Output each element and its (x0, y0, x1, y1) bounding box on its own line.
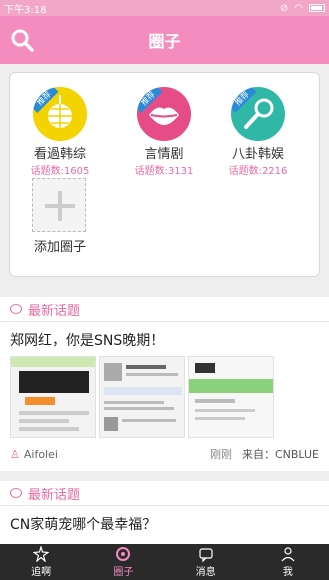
battery-icon (309, 4, 325, 12)
source-name[interactable]: CNBLUE (275, 448, 319, 461)
circle-name: 看過韩综 (33, 147, 86, 162)
wifi-icon: ◠ (294, 2, 303, 14)
tab-follow[interactable]: 追啊 (0, 544, 82, 580)
add-circle-button[interactable] (32, 178, 86, 232)
tab-label: 消息 (195, 567, 216, 578)
app-header: 圈子 (0, 16, 329, 64)
topic-source: 来自：CNBLUE (242, 446, 319, 462)
chat-bubble-icon (10, 304, 22, 314)
topic-image[interactable] (10, 356, 96, 438)
circle-topic-count: 话题数:2216 (228, 166, 288, 177)
mute-icon: ⊘ (279, 2, 289, 14)
tab-label: 追啊 (31, 567, 52, 578)
circle-name: 八卦韩娱 (231, 147, 284, 162)
topic-images (0, 356, 329, 438)
topic-card[interactable]: 最新话题 CN家萌宠哪个最幸福？ (0, 481, 329, 544)
tab-circles[interactable]: 圈子 (82, 544, 164, 580)
tab-label: 圈子 (113, 567, 134, 578)
topic-title[interactable]: CN家萌宠哪个最幸福？ (0, 506, 329, 540)
section-title: 最新话题 (28, 487, 81, 503)
page-title: 圈子 (148, 32, 181, 51)
section-header: 最新话题 (0, 481, 329, 505)
topic-image[interactable] (99, 356, 185, 438)
user-icon (281, 547, 295, 562)
source-label: 来自： (241, 448, 275, 461)
tab-messages[interactable]: 消息 (165, 544, 247, 580)
search-icon[interactable] (10, 28, 34, 52)
status-bar: 下午3:18 ⊘ ◠ (0, 0, 329, 16)
circle-topic-count: 话题数:1605 (30, 166, 90, 177)
section-title: 最新话题 (28, 303, 81, 319)
circle-group-icon (116, 547, 131, 561)
tab-me[interactable]: 我 (247, 544, 329, 580)
star-burst-icon (33, 546, 50, 562)
user-icon: ♙ (10, 447, 20, 461)
topic-author[interactable]: Aifolei (24, 448, 58, 461)
topic-image[interactable] (188, 356, 274, 438)
topic-footer: ♙ Aifolei 刚刚 来自：CNBLUE (0, 438, 329, 470)
circle-item-kpop-gossip[interactable]: 推荐 八卦韩娱 话题数:2216 (218, 87, 298, 177)
status-time: 下午3:18 (4, 4, 47, 16)
topic-card[interactable]: 最新话题 郑网红，你是SNS晚期！ ♙ Aifolei 刚刚 来自：CNBLUE (0, 297, 329, 471)
topic-time: 刚刚 (209, 448, 232, 461)
chat-bubble-icon (10, 488, 22, 498)
topic-title[interactable]: 郑网红，你是SNS晚期！ (0, 322, 329, 356)
section-header: 最新话题 (0, 297, 329, 321)
tab-label: 我 (282, 567, 293, 578)
status-icons: ⊘ ◠ (280, 3, 325, 14)
bottom-tab-bar: 追啊 圈子 消息 我 (0, 544, 329, 580)
circle-item-variety[interactable]: 推荐 看過韩综 话题数:1605 (20, 87, 100, 177)
add-circle-label: 添加圈子 (33, 240, 86, 255)
microphone-icon: 推荐 (231, 87, 285, 141)
circle-topic-count: 话题数:3131 (134, 166, 194, 177)
circle-item-romance-drama[interactable]: 推荐 言情剧 话题数:3131 (124, 87, 204, 177)
message-icon (199, 548, 213, 562)
circle-name: 言情剧 (144, 147, 184, 162)
disco-ball-icon: 推荐 (33, 87, 87, 141)
circles-card: 推荐 看過韩综 话题数:1605 推荐 言情剧 话题数:3131 推荐 八卦韩娱… (9, 72, 320, 277)
lips-icon: 推荐 (137, 87, 191, 141)
